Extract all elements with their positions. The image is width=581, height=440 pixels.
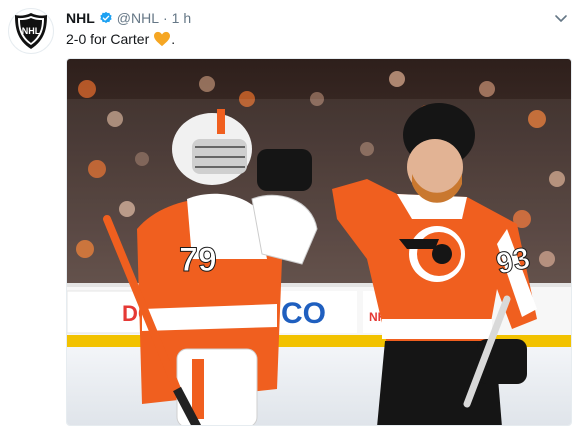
nhl-shield-logo-icon: NHL [15, 13, 47, 49]
author-name[interactable]: NHL [66, 10, 95, 26]
avatar-logo-text: NHL [22, 26, 41, 36]
tweet-card[interactable]: NHL NHL @NHL · 1 h 2-0 for Carter . DO C… [0, 0, 581, 440]
tweet-text-body: 2-0 for Carter [66, 31, 150, 47]
chevron-down-icon[interactable] [553, 10, 569, 26]
board-ad-mid-text: CO [281, 297, 326, 330]
author-handle[interactable]: @NHL [117, 10, 159, 26]
tweet-header: NHL @NHL · 1 h [66, 9, 191, 27]
separator-dot: · [163, 10, 168, 26]
verified-badge-icon [99, 11, 113, 25]
right-jersey-number: 93 [493, 242, 533, 281]
tweet-text: 2-0 for Carter . [66, 30, 175, 48]
left-jersey-number: 79 [179, 241, 217, 279]
tweet-time[interactable]: 1 h [172, 10, 191, 26]
tweet-photo[interactable]: DO CO NHL [66, 58, 572, 426]
orange-heart-icon [153, 31, 171, 47]
tweet-text-suffix: . [171, 31, 176, 47]
avatar[interactable]: NHL [8, 8, 54, 54]
